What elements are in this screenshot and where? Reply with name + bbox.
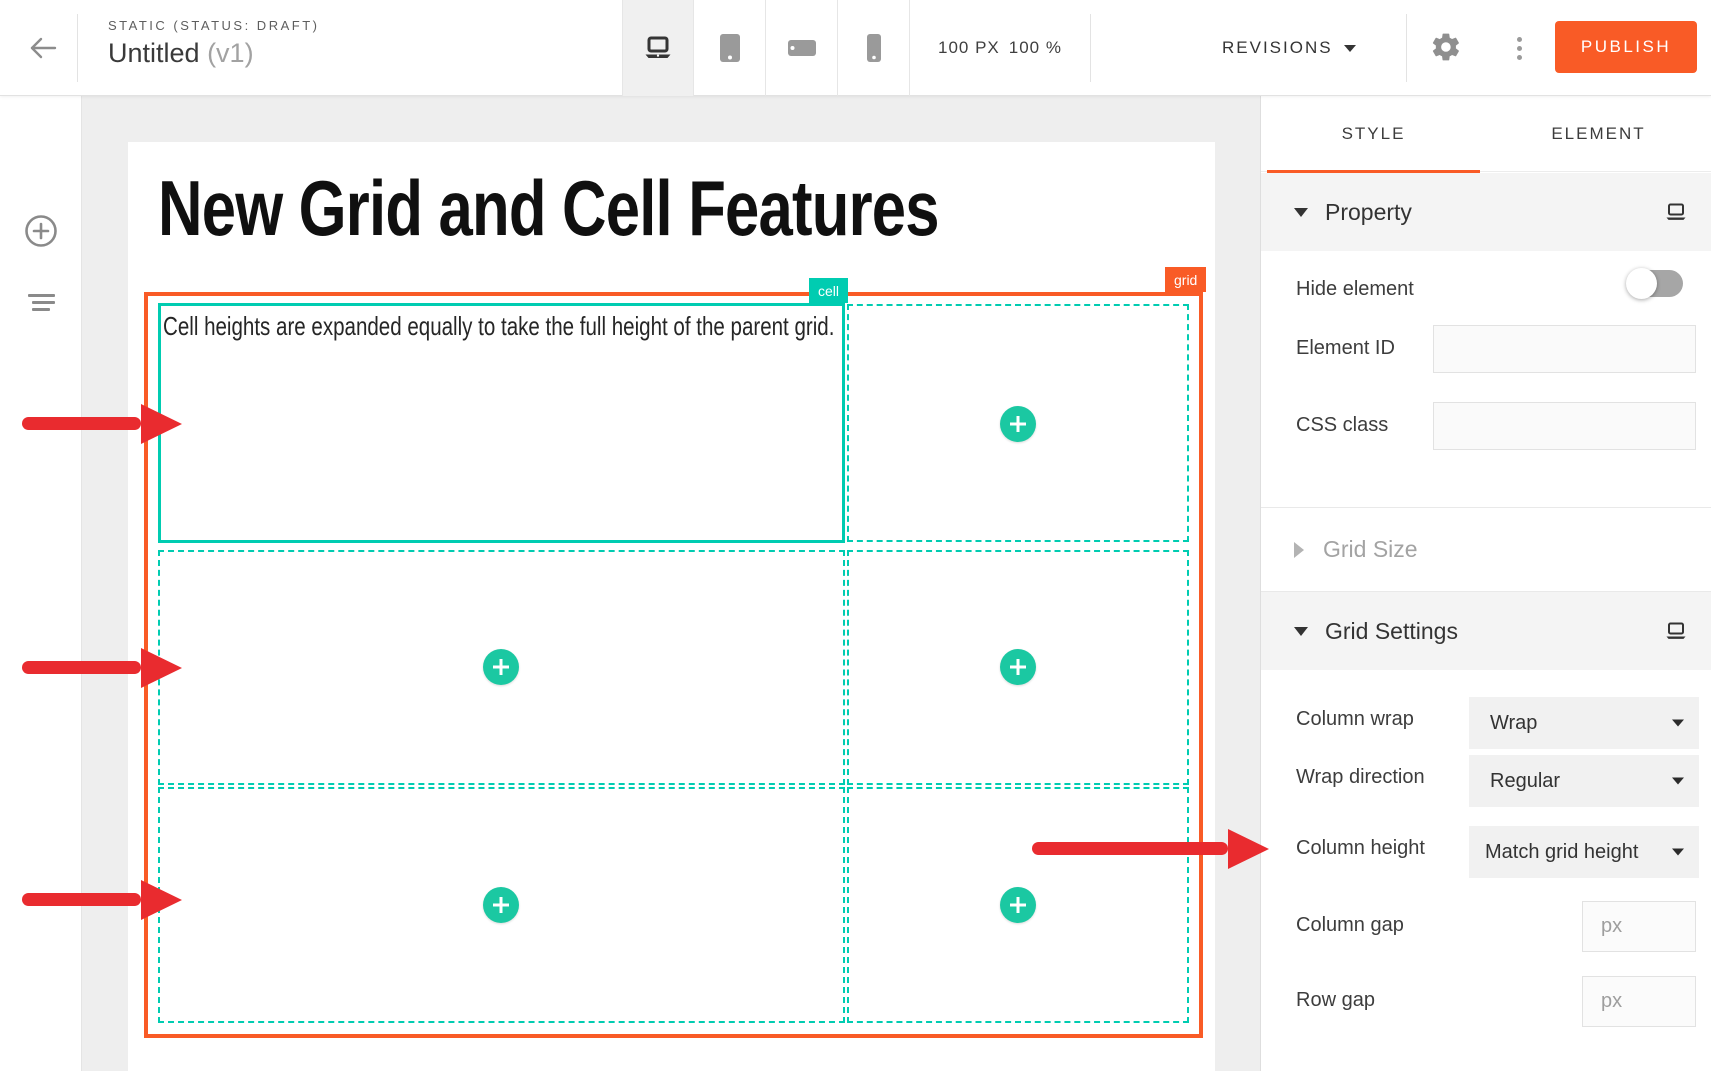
column-wrap-select[interactable]: Wrap: [1469, 697, 1699, 749]
add-element-to-cell-button[interactable]: [1000, 406, 1036, 442]
tablet-landscape-icon: [787, 35, 817, 61]
grid-element[interactable]: grid cell Cell heights are expanded equa…: [144, 292, 1203, 1038]
sidebar-tabs: STYLE ELEMENT: [1261, 96, 1711, 172]
document-status: STATIC (STATUS: DRAFT): [108, 18, 319, 33]
document-title: Untitled (v1): [108, 38, 319, 69]
annotation-arrow-column-height: [1032, 842, 1228, 855]
page-canvas: New Grid and Cell Features grid cell Cel…: [128, 142, 1215, 1071]
more-menu-button[interactable]: [1508, 30, 1530, 66]
page-title[interactable]: New Grid and Cell Features: [158, 163, 939, 254]
device-mobile-button[interactable]: [838, 0, 910, 96]
row-gap-field[interactable]: [1582, 976, 1696, 1027]
kebab-dot: [1517, 37, 1522, 42]
desktop-scope-icon: [1665, 203, 1687, 222]
device-desktop-button[interactable]: [622, 0, 694, 96]
element-id-field[interactable]: [1433, 325, 1696, 373]
revisions-button[interactable]: REVISIONS: [1222, 0, 1356, 96]
editor-toolbar: [0, 96, 82, 1071]
add-element-to-cell-button[interactable]: [1000, 649, 1036, 685]
wrap-direction-select[interactable]: Regular: [1469, 755, 1699, 807]
cell-label-tag[interactable]: cell: [809, 278, 848, 303]
mobile-icon: [863, 33, 885, 63]
section-header-property[interactable]: Property: [1261, 173, 1711, 251]
tab-element[interactable]: ELEMENT: [1486, 96, 1711, 171]
add-element-to-cell-button[interactable]: [483, 887, 519, 923]
chevron-down-icon: [1294, 208, 1308, 217]
document-version: (v1): [207, 38, 254, 68]
column-height-label: Column height: [1296, 835, 1425, 861]
publish-button[interactable]: PUBLISH: [1555, 21, 1697, 73]
canvas-zoom-value: 100 %: [1009, 38, 1062, 58]
element-id-label: Element ID: [1296, 335, 1395, 361]
add-element-to-cell-button[interactable]: [483, 649, 519, 685]
annotation-arrow-row3: [22, 893, 141, 906]
top-bar: STATIC (STATUS: DRAFT) Untitled (v1): [0, 0, 1711, 96]
kebab-dot: [1517, 55, 1522, 60]
divider: [1406, 14, 1407, 82]
device-tablet-button[interactable]: [694, 0, 766, 96]
chevron-down-icon: [1344, 45, 1356, 52]
kebab-dot: [1517, 46, 1522, 51]
cell-text[interactable]: Cell heights are expanded equally to tak…: [163, 309, 850, 344]
section-header-grid-settings[interactable]: Grid Settings: [1261, 592, 1711, 670]
element-tree-icon: [28, 294, 55, 315]
add-element-button[interactable]: [0, 206, 82, 256]
plus-circle-icon: [24, 214, 58, 248]
annotation-arrow-row1: [22, 417, 141, 430]
add-element-to-cell-button[interactable]: [1000, 887, 1036, 923]
device-preview-switcher: [622, 0, 910, 96]
chevron-down-icon: [1672, 778, 1684, 785]
column-gap-field[interactable]: [1582, 901, 1696, 952]
chevron-right-icon: [1294, 542, 1304, 558]
gear-icon: [1430, 31, 1462, 63]
grid-cell-selected[interactable]: Cell heights are expanded equally to tak…: [158, 303, 845, 543]
wrap-direction-label: Wrap direction: [1296, 764, 1425, 790]
grid-label-tag[interactable]: grid: [1165, 267, 1206, 292]
divider: [77, 14, 78, 82]
row-gap-label: Row gap: [1296, 987, 1375, 1013]
annotation-arrow-row2: [22, 661, 141, 674]
chevron-down-icon: [1672, 720, 1684, 727]
style-sidebar: STYLE ELEMENT Property Hide element Elem…: [1260, 96, 1711, 1071]
hide-element-toggle[interactable]: [1629, 270, 1683, 297]
tablet-portrait-icon: [717, 33, 743, 63]
divider: [1090, 14, 1091, 82]
tab-style[interactable]: STYLE: [1261, 96, 1486, 171]
css-class-label: CSS class: [1296, 412, 1388, 438]
page-builder-editor: STATIC (STATUS: DRAFT) Untitled (v1): [0, 0, 1711, 1071]
canvas-width-value: 100 PX: [938, 38, 1000, 58]
arrow-left-icon: [22, 28, 66, 68]
back-button[interactable]: [22, 28, 66, 68]
column-wrap-label: Column wrap: [1296, 706, 1414, 732]
element-navigator-button[interactable]: [0, 279, 82, 329]
desktop-icon: [643, 35, 673, 61]
canvas-size-indicator: 100 PX 100 %: [938, 0, 1062, 96]
hide-element-label: Hide element: [1296, 276, 1414, 302]
document-info: STATIC (STATUS: DRAFT) Untitled (v1): [108, 18, 319, 69]
toggle-knob: [1626, 268, 1657, 299]
device-tablet-landscape-button[interactable]: [766, 0, 838, 96]
css-class-field[interactable]: [1433, 402, 1696, 450]
column-gap-label: Column gap: [1296, 912, 1404, 938]
chevron-down-icon: [1672, 849, 1684, 856]
section-header-grid-size[interactable]: Grid Size: [1261, 508, 1711, 591]
desktop-scope-icon: [1665, 622, 1687, 641]
settings-button[interactable]: [1430, 31, 1462, 63]
chevron-down-icon: [1294, 627, 1308, 636]
column-height-select[interactable]: Match grid height: [1469, 826, 1699, 878]
